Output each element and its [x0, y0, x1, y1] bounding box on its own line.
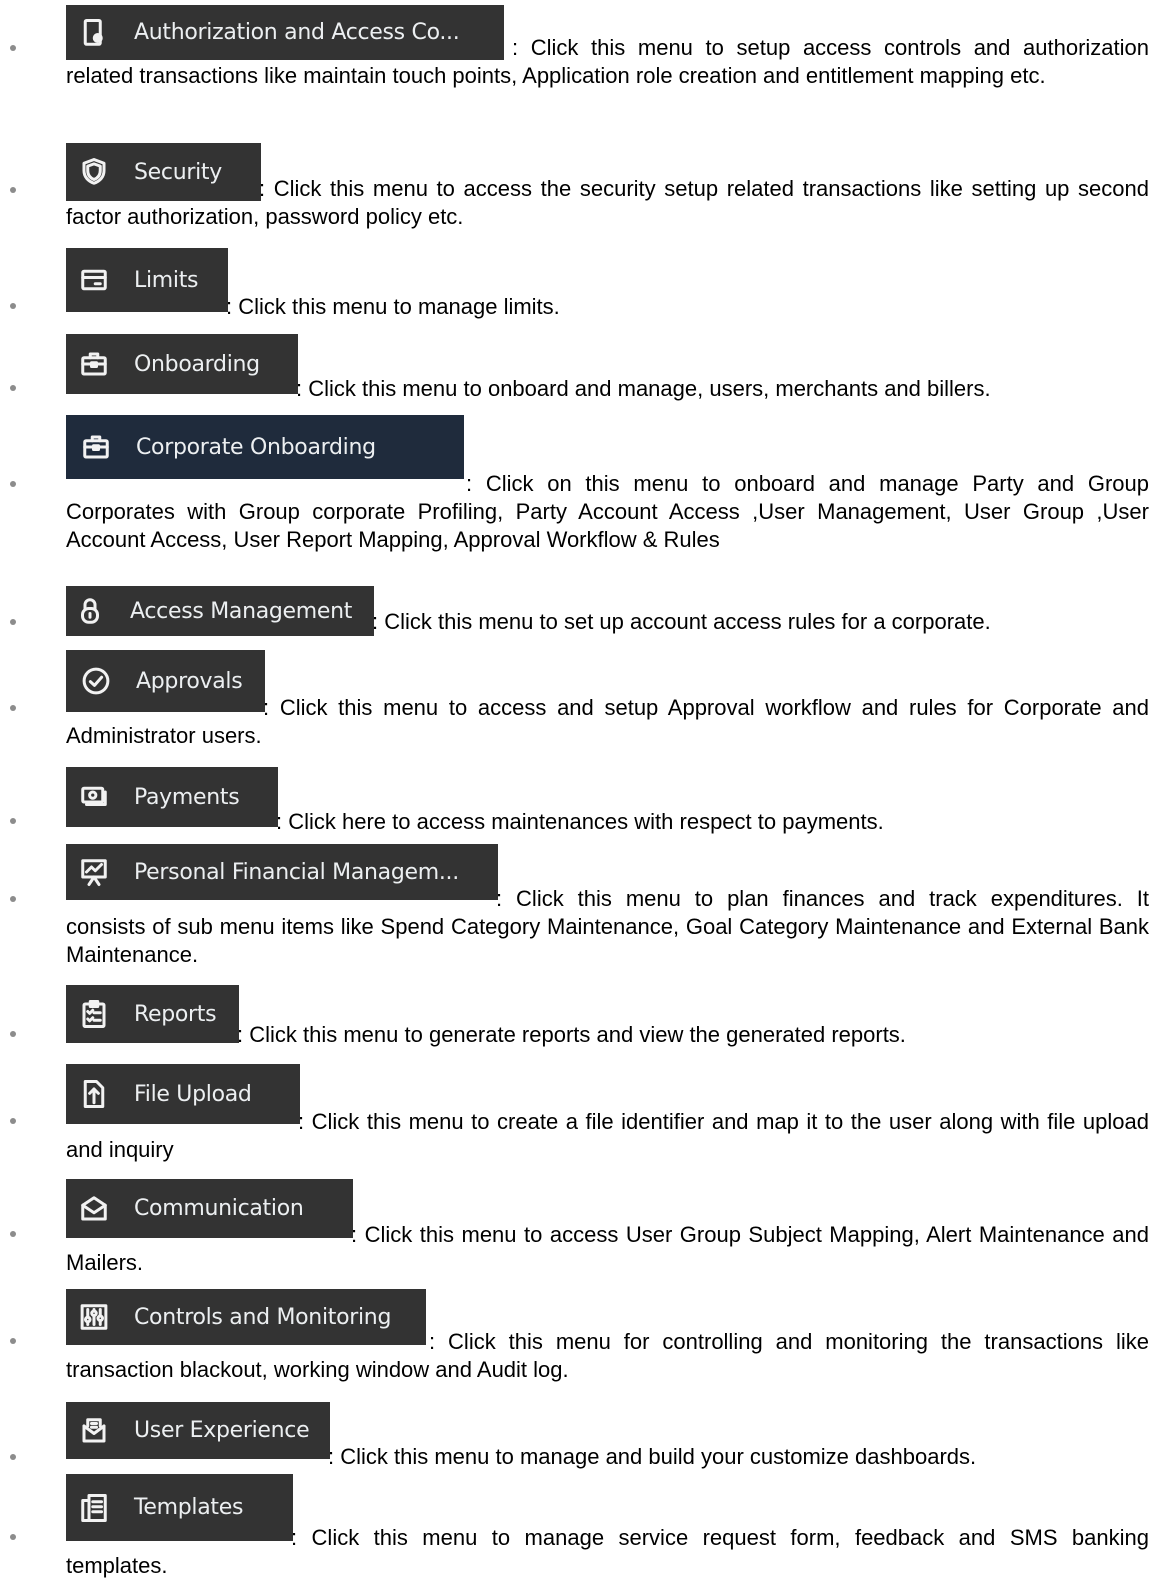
list-bullet — [10, 1118, 16, 1124]
list-bullet — [10, 481, 16, 487]
menu-description: : Click this menu to manage and build yo… — [328, 1444, 977, 1469]
list-bullet — [10, 45, 16, 51]
list-item: Access Management : Click this menu to s… — [0, 586, 1165, 656]
list-item: Corporate Onboarding : Click on this men… — [0, 415, 1165, 560]
list-bullet — [10, 385, 16, 391]
menu-description: : Click this menu to manage limits. — [226, 294, 560, 319]
list-bullet — [10, 187, 16, 193]
list-item: Payments : Click here to access maintena… — [0, 767, 1165, 837]
menu-description: : Click this menu to onboard and manage,… — [296, 376, 991, 401]
menu-description: : Click this menu to access and setup Ap… — [66, 695, 1149, 748]
menu-description: : Click this menu to manage service requ… — [66, 1525, 1149, 1578]
menu-description: : Click this menu to setup access contro… — [66, 35, 1149, 88]
list-item: Controls and Monitoring : Click this men… — [0, 1289, 1165, 1399]
menu-description: : Click this menu to access User Group S… — [66, 1222, 1149, 1275]
list-bullet — [10, 1338, 16, 1344]
menu-description: : Click here to access maintenances with… — [276, 809, 884, 834]
menu-description: : Click this menu to access the security… — [66, 176, 1149, 229]
list-item: Security : Click this menu to access the… — [0, 143, 1165, 238]
list-item: User Experience : Click this menu to man… — [0, 1402, 1165, 1472]
menu-label: Templates — [134, 1495, 244, 1520]
list-bullet — [10, 303, 16, 309]
list-bullet — [10, 705, 16, 711]
list-item: Templates : Click this menu to manage se… — [0, 1474, 1165, 1579]
list-item: Onboarding : Click this menu to onboard … — [0, 334, 1165, 404]
menu-description: : Click this menu to set up account acce… — [372, 609, 991, 634]
list-bullet — [10, 619, 16, 625]
menu-label: Limits — [134, 267, 199, 293]
menu-description: : Click this menu for controlling and mo… — [66, 1329, 1149, 1382]
menu-description: : Click on this menu to onboard and mana… — [66, 471, 1149, 552]
list-item: Approvals : Click this menu to access an… — [0, 650, 1165, 760]
briefcase-icon — [78, 429, 114, 465]
menu-label: Communication — [134, 1196, 304, 1221]
list-bullet — [10, 818, 16, 824]
list-bullet — [10, 1534, 16, 1540]
menu-label: Onboarding — [134, 351, 260, 377]
list-item: Communication : Click this menu to acces… — [0, 1179, 1165, 1289]
list-item: Reports : Click this menu to generate re… — [0, 985, 1165, 1055]
menu-label: Payments — [134, 784, 240, 810]
menu-description: : Click this menu to generate reports an… — [237, 1022, 906, 1047]
menu-label: Personal Financial Managem... — [134, 859, 459, 885]
menu-label: User Experience — [134, 1418, 310, 1443]
list-item: Personal Financial Managem... : Click th… — [0, 844, 1165, 974]
file-upload-icon — [76, 1076, 112, 1112]
menu-description: : Click this menu to plan finances and t… — [66, 886, 1149, 967]
template-icon — [76, 1490, 112, 1526]
menu-label: File Upload — [134, 1081, 252, 1107]
list-item: Limits : Click this menu to manage limit… — [0, 248, 1165, 319]
menu-label: Corporate Onboarding — [136, 434, 376, 460]
list-bullet — [10, 896, 16, 902]
list-item: Authorization and Access Co... : Click t… — [0, 5, 1165, 125]
menu-description: : Click this menu to create a file ident… — [66, 1109, 1149, 1162]
list-bullet — [10, 1031, 16, 1037]
menu-label: Approvals — [136, 668, 243, 694]
list-bullet — [10, 1231, 16, 1237]
list-item: File Upload : Click this menu to create … — [0, 1064, 1165, 1169]
menu-label: Controls and Monitoring — [134, 1304, 392, 1330]
list-bullet — [10, 1454, 16, 1460]
